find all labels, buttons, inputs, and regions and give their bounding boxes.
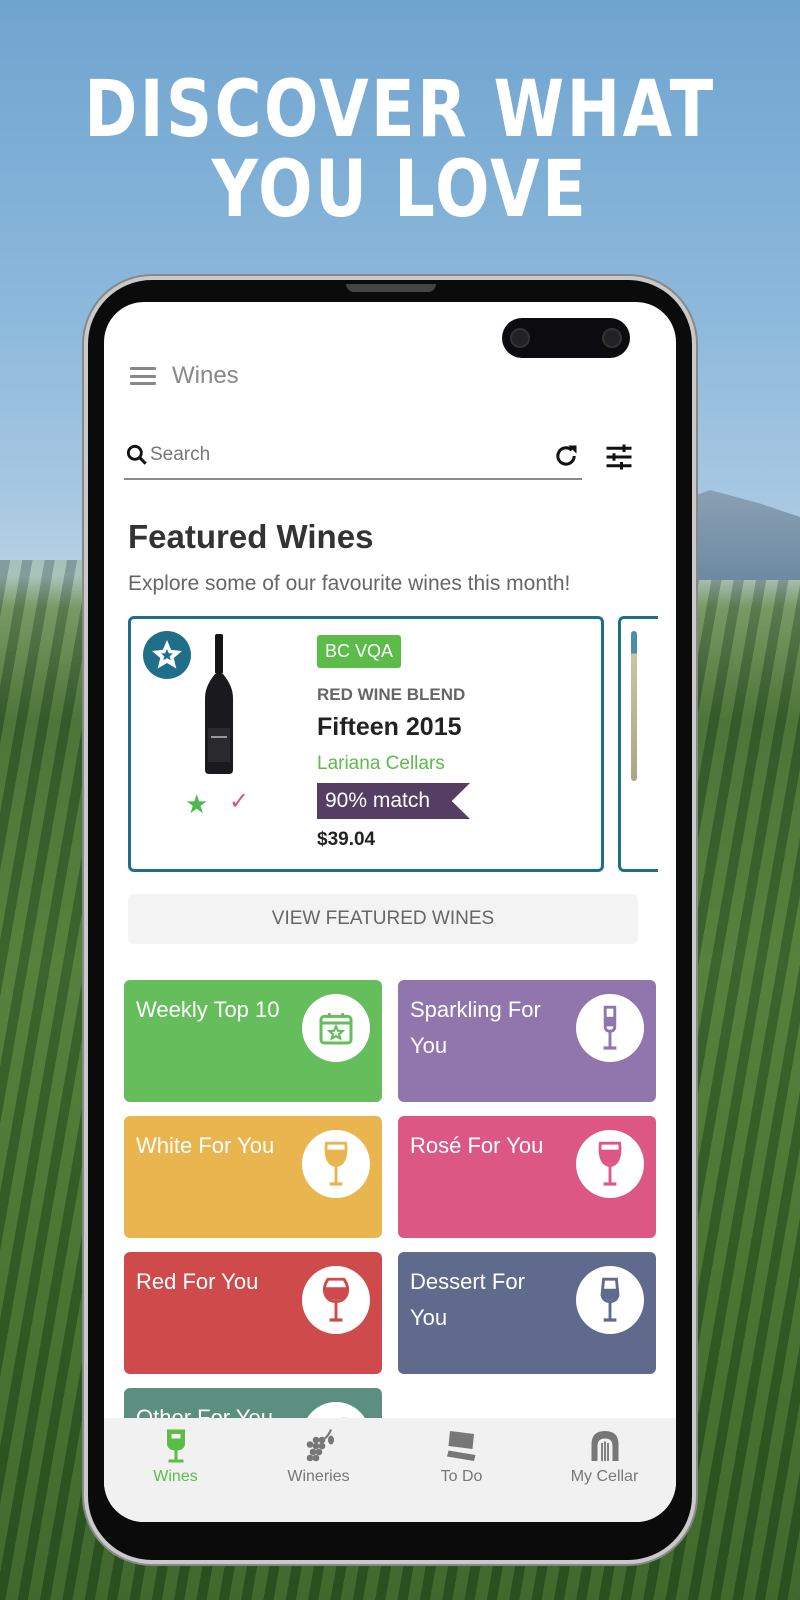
tile-weekly-top-10[interactable]: Weekly Top 10 [124, 980, 382, 1102]
app-title: Wines [172, 362, 239, 389]
wine-glass-icon [166, 1429, 185, 1463]
camera-lens [510, 328, 530, 348]
featured-title: Featured Wines [128, 518, 374, 555]
cellar-icon [591, 1431, 618, 1461]
camera-cutout [502, 318, 630, 358]
wine-name: Fifteen 2015 [317, 713, 462, 741]
featured-wine-card[interactable]: ★ ✓ BC VQA RED WINE BLEND Fifteen 2015 L… [128, 616, 604, 872]
filter-sliders-icon[interactable] [604, 442, 634, 472]
featured-star-badge-icon [143, 631, 191, 679]
nav-item-my-cellar[interactable]: My Cellar [540, 1428, 670, 1522]
nav-item-todo[interactable]: To Do [397, 1428, 527, 1522]
featured-subtitle: Explore some of our favourite wines this… [128, 572, 571, 595]
refresh-icon[interactable] [552, 442, 580, 470]
winery-link[interactable]: Lariana Cellars [317, 753, 445, 775]
flute-glass-icon [576, 994, 644, 1062]
grapes-icon [306, 1429, 334, 1462]
wine-glass-icon [302, 1130, 370, 1198]
wine-varietal: RED WINE BLEND [317, 685, 466, 704]
bc-vqa-badge: BC VQA [317, 635, 402, 668]
tile-rose[interactable]: Rosé For You [398, 1116, 656, 1238]
wine-glass-icon [576, 1130, 644, 1198]
tile-sparkling[interactable]: Sparkling For You [398, 980, 656, 1102]
wine-price: $39.04 [317, 829, 376, 850]
camera-lens [602, 328, 622, 348]
phone-frame: Wines Featured Wines Explore some of our… [88, 280, 692, 1560]
search-bar [124, 432, 582, 480]
match-banner: 90% match [317, 783, 471, 819]
nav-label: Wineries [287, 1468, 350, 1485]
favourite-star-icon[interactable]: ★ [185, 789, 208, 820]
hero-line-1: DISCOVER WHAT [84, 65, 716, 155]
nav-label: My Cellar [570, 1468, 639, 1485]
dessert-glass-icon [576, 1266, 644, 1334]
bottom-navigation: Wines Wineries To Do My Cellar [104, 1418, 676, 1522]
nav-label: Wines [153, 1468, 198, 1485]
nav-label: To Do [440, 1468, 483, 1485]
search-input[interactable] [150, 444, 530, 466]
view-featured-wines-button[interactable]: VIEW FEATURED WINES [128, 894, 638, 944]
calendar-star-icon [302, 994, 370, 1062]
wine-bottle-image [205, 634, 233, 774]
wine-bottle-image [631, 631, 637, 781]
nav-item-wineries[interactable]: Wineries [254, 1428, 384, 1522]
hamburger-menu-icon[interactable] [130, 367, 156, 385]
tile-red[interactable]: Red For You [124, 1252, 382, 1374]
featured-wine-card-next[interactable] [618, 616, 658, 872]
tile-label: Dessert For You [410, 1269, 525, 1330]
tickets-icon [446, 1431, 475, 1461]
phone-screen: Wines Featured Wines Explore some of our… [104, 302, 676, 1522]
wine-glass-icon [302, 1266, 370, 1334]
nav-item-wines[interactable]: Wines [111, 1428, 241, 1522]
search-icon [126, 444, 147, 465]
tile-label: Sparkling For You [410, 997, 541, 1058]
phone-speaker [346, 284, 436, 292]
tile-label: Weekly Top 10 [136, 997, 280, 1022]
app-bar: Wines [130, 356, 239, 396]
hero-headline: DISCOVER WHAT YOU LOVE [72, 70, 728, 230]
tile-dessert[interactable]: Dessert For You [398, 1252, 656, 1374]
hero-line-2: YOU LOVE [211, 145, 589, 235]
tile-white[interactable]: White For You [124, 1116, 382, 1238]
tried-check-icon[interactable]: ✓ [229, 787, 249, 816]
